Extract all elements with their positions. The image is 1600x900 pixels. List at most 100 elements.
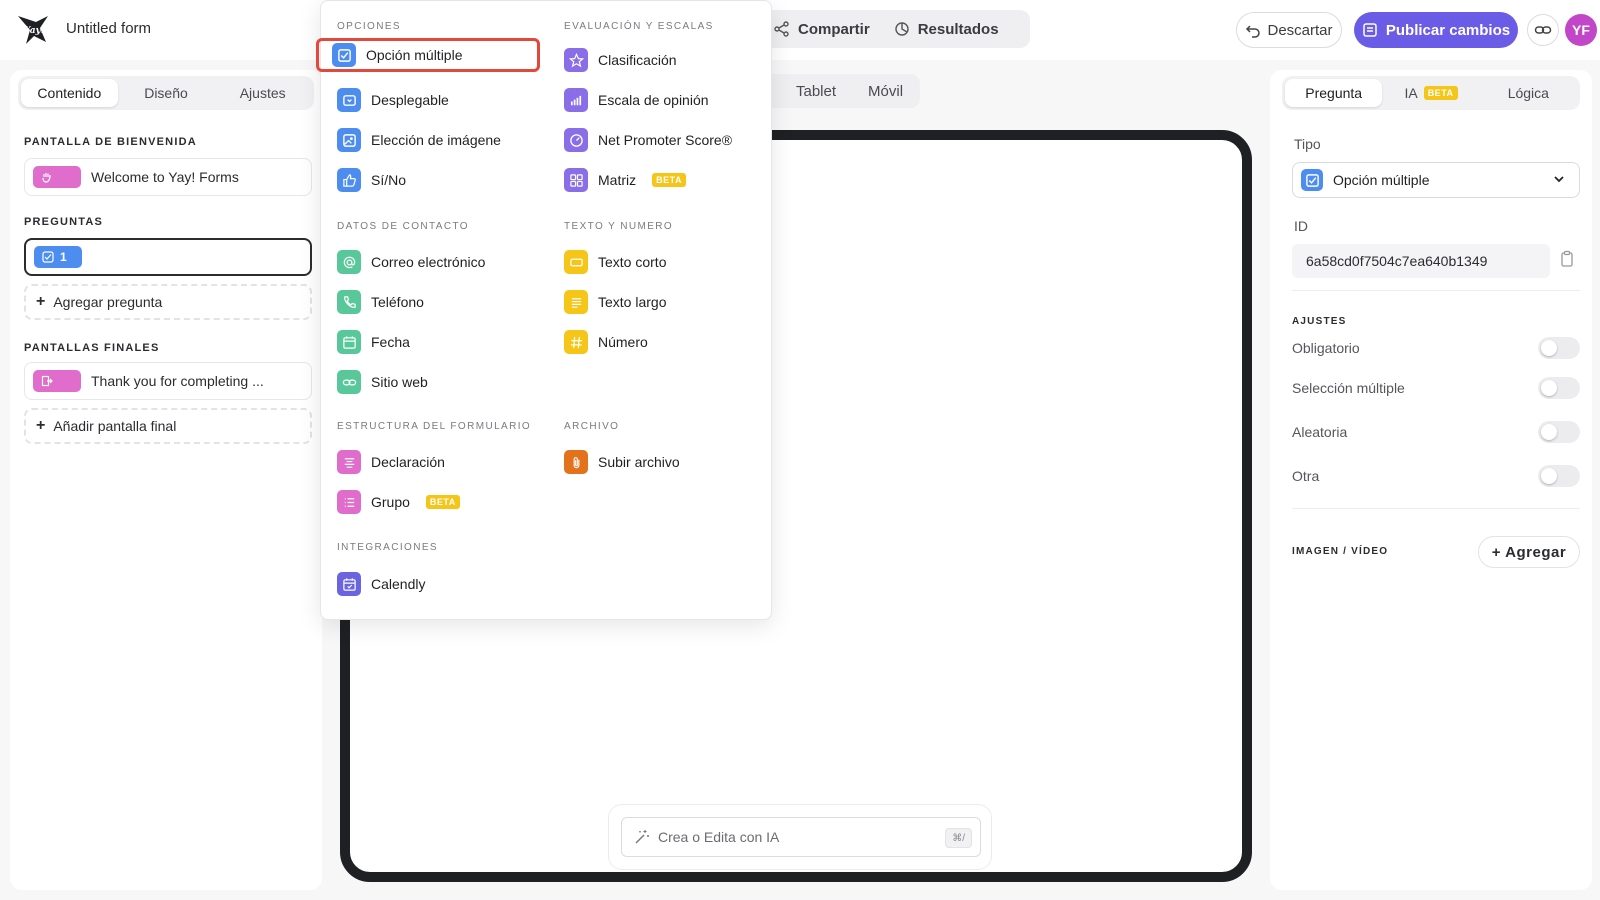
type-label: Tipo: [1294, 136, 1321, 152]
tab-tablet[interactable]: Tablet: [796, 83, 836, 100]
copy-link-button[interactable]: [1527, 14, 1559, 46]
item-label: Correo electrónico: [371, 254, 486, 270]
item-opcion-multiple[interactable]: Opción múltiple: [316, 38, 540, 72]
item-label: Opción múltiple: [366, 47, 463, 63]
link-icon: [337, 370, 361, 394]
share-button[interactable]: Compartir: [774, 21, 870, 38]
tab-ajustes[interactable]: Ajustes: [214, 79, 311, 107]
top-bar: Yay! Untitled form Compartir Resultados …: [0, 0, 1600, 60]
tab-diseno[interactable]: Diseño: [118, 79, 215, 107]
item-label: Elección de imágene: [371, 132, 501, 148]
exit-door-icon: [41, 375, 53, 387]
media-section-label: IMAGEN / VÍDEO: [1292, 546, 1389, 557]
item-label: Clasificación: [598, 52, 677, 68]
discard-button[interactable]: Descartar: [1236, 12, 1342, 48]
multiple-selection-toggle[interactable]: [1538, 377, 1580, 399]
image-choice-icon: [337, 128, 361, 152]
calendar-icon: [337, 330, 361, 354]
user-avatar[interactable]: YF: [1565, 14, 1597, 46]
item-correo[interactable]: Correo electrónico: [321, 245, 531, 279]
wave-hand-icon: [42, 173, 51, 183]
item-subir-archivo[interactable]: Subir archivo: [548, 445, 758, 479]
section-opciones: OPCIONES: [337, 21, 401, 32]
tab-contenido[interactable]: Contenido: [21, 79, 118, 107]
tab-pregunta[interactable]: Pregunta: [1285, 79, 1383, 107]
checkbox-icon: [332, 43, 356, 67]
publish-icon: [1363, 23, 1377, 37]
svg-text:Yay!: Yay!: [24, 26, 45, 36]
section-contacto: DATOS DE CONTACTO: [337, 221, 469, 232]
ai-assistant-bar: Crea o Edita con IA ⌘/: [608, 804, 992, 870]
item-label: Declaración: [371, 454, 445, 470]
plus-icon: +: [36, 417, 46, 434]
toggle-row-aleatoria: Aleatoria: [1292, 420, 1580, 444]
item-telefono[interactable]: Teléfono: [321, 285, 531, 319]
item-si-no[interactable]: Sí/No: [321, 163, 531, 197]
id-label: ID: [1294, 218, 1308, 234]
statement-icon: [337, 450, 361, 474]
tab-logica[interactable]: Lógica: [1480, 79, 1577, 107]
item-escala-opinion[interactable]: Escala de opinión: [548, 83, 758, 117]
add-question-button[interactable]: + Agregar pregunta: [24, 284, 312, 320]
welcome-screen-item[interactable]: Welcome to Yay! Forms: [24, 158, 312, 196]
divider: [1292, 290, 1580, 291]
tab-ia-label: IA: [1404, 85, 1418, 101]
item-grupo[interactable]: Grupo BETA: [321, 485, 531, 519]
random-toggle[interactable]: [1538, 421, 1580, 443]
add-ending-button[interactable]: + Añadir pantalla final: [24, 408, 312, 444]
question-type-dropdown: OPCIONES EVALUACIÓN Y ESCALAS Opción múl…: [316, 0, 772, 620]
right-tabs: Pregunta IA BETA Lógica: [1282, 76, 1580, 110]
section-integraciones: INTEGRACIONES: [337, 542, 438, 553]
device-tabs: Tablet Móvil: [760, 74, 920, 108]
item-label: Sí/No: [371, 172, 407, 188]
questions-section-label: PREGUNTAS: [24, 216, 104, 228]
other-toggle[interactable]: [1538, 465, 1580, 487]
tab-movil[interactable]: Móvil: [868, 83, 903, 100]
paperclip-icon: [564, 450, 588, 474]
item-desplegable[interactable]: Desplegable: [321, 83, 531, 117]
item-texto-largo[interactable]: Texto largo: [548, 285, 758, 319]
chevron-down-icon: [1553, 173, 1565, 188]
results-button[interactable]: Resultados: [894, 21, 999, 38]
publish-label: Publicar cambios: [1385, 21, 1511, 39]
item-eleccion-imagen[interactable]: Elección de imágene: [321, 123, 531, 157]
star-icon: [564, 48, 588, 72]
beta-badge: BETA: [425, 495, 460, 509]
item-clasificacion[interactable]: Clasificación: [548, 43, 758, 77]
publish-button[interactable]: Publicar cambios: [1354, 12, 1518, 48]
plus-icon: +: [36, 293, 46, 310]
checkbox-icon: [1301, 169, 1323, 191]
item-label: Texto corto: [598, 254, 667, 270]
endings-section-label: PANTALLAS FINALES: [24, 342, 160, 354]
item-numero[interactable]: Número: [548, 325, 758, 359]
dropdown-icon: [337, 88, 361, 112]
required-toggle[interactable]: [1538, 337, 1580, 359]
item-label: Calendly: [371, 576, 426, 592]
thumbs-up-icon: [337, 168, 361, 192]
ai-input[interactable]: Crea o Edita con IA ⌘/: [621, 817, 981, 857]
results-label: Resultados: [917, 20, 999, 38]
yay-logo[interactable]: Yay!: [16, 12, 50, 46]
item-calendly[interactable]: Calendly: [321, 567, 531, 601]
item-sitio-web[interactable]: Sitio web: [321, 365, 531, 399]
item-nps[interactable]: Net Promoter Score®: [548, 123, 758, 157]
welcome-section-label: PANTALLA DE BIENVENIDA: [24, 136, 197, 148]
item-texto-corto[interactable]: Texto corto: [548, 245, 758, 279]
item-fecha[interactable]: Fecha: [321, 325, 531, 359]
undo-icon: [1246, 25, 1261, 38]
section-archivo: ARCHIVO: [564, 421, 620, 432]
add-media-button[interactable]: + Agregar: [1478, 536, 1580, 568]
id-field[interactable]: 6a58cd0f7504c7ea640b1349: [1292, 244, 1550, 278]
at-icon: [337, 250, 361, 274]
tab-ia[interactable]: IA BETA: [1382, 79, 1479, 107]
item-matriz[interactable]: Matriz BETA: [548, 163, 758, 197]
clipboard-icon[interactable]: [1558, 250, 1576, 268]
type-select[interactable]: Opción múltiple: [1292, 162, 1580, 198]
ending-screen-item[interactable]: Thank you for completing ...: [24, 362, 312, 400]
welcome-chip: [33, 166, 81, 188]
toggle-row-seleccion-multiple: Selección múltiple: [1292, 376, 1580, 400]
form-title[interactable]: Untitled form: [66, 20, 151, 37]
item-label: Subir archivo: [598, 454, 680, 470]
question-item-1[interactable]: 1: [24, 238, 312, 276]
item-declaracion[interactable]: Declaración: [321, 445, 531, 479]
